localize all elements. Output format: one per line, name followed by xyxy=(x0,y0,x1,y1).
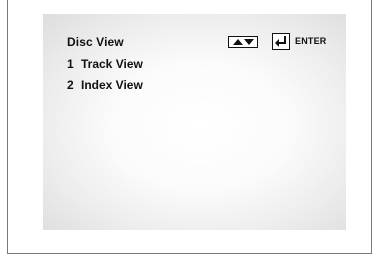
menu-item-number: 2 xyxy=(67,78,74,92)
up-down-arrows-icon xyxy=(228,36,258,48)
menu-item-label: Index View xyxy=(81,78,143,92)
menu-item-index-view[interactable]: 2 Index View xyxy=(67,78,143,92)
menu-title: Disc View xyxy=(67,35,124,49)
enter-return-icon xyxy=(272,33,290,50)
outer-frame: Disc View 1 Track View 2 Index View ENTER xyxy=(7,0,372,254)
menu-item-number: 1 xyxy=(67,57,74,71)
osd-screen: Disc View 1 Track View 2 Index View ENTER xyxy=(43,14,346,230)
enter-label: ENTER xyxy=(295,36,327,46)
menu-item-label: Track View xyxy=(81,57,143,71)
menu-item-track-view[interactable]: 1 Track View xyxy=(67,57,143,71)
